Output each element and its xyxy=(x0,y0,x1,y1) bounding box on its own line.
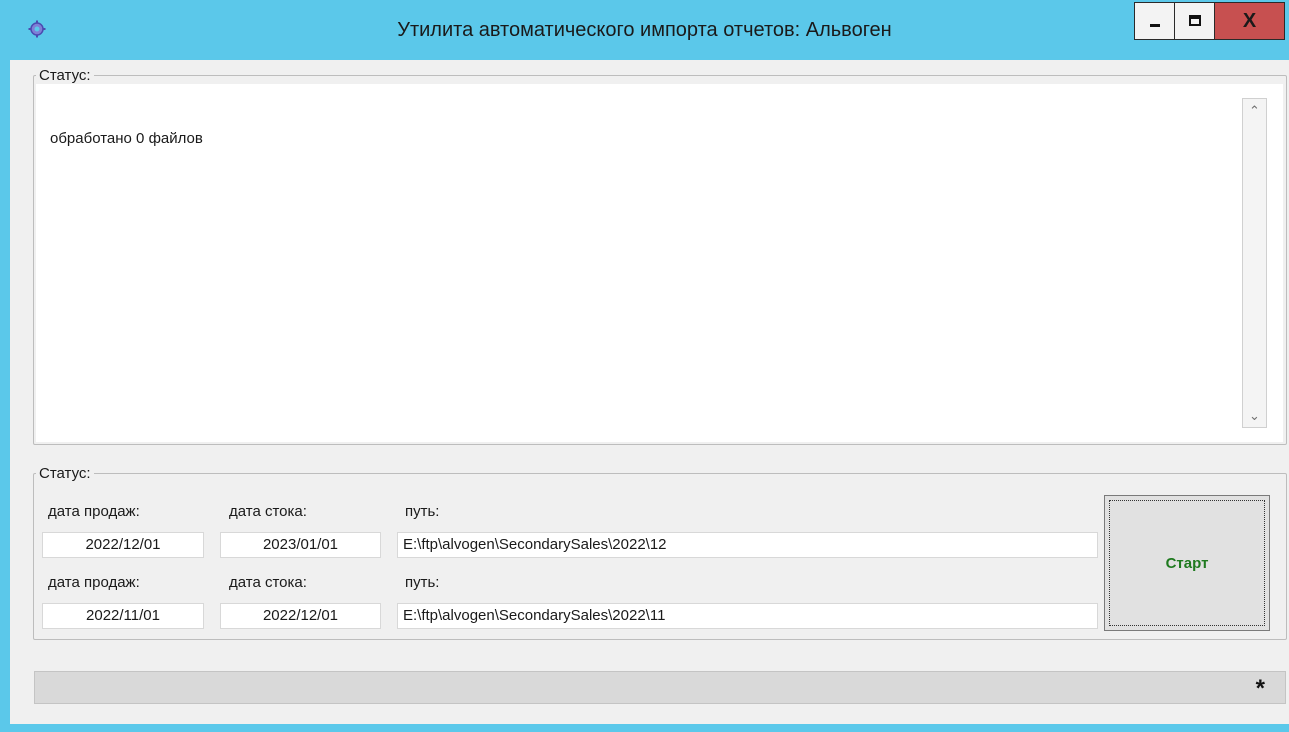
params-group-legend: Статус: xyxy=(39,465,91,482)
start-button-label: Старт xyxy=(1165,554,1209,572)
scroll-down-icon[interactable]: ⌄ xyxy=(1243,404,1266,427)
progress-indicator: * xyxy=(1255,675,1265,702)
maximize-button[interactable] xyxy=(1175,2,1215,40)
scroll-up-icon[interactable]: ⌃ xyxy=(1243,99,1266,122)
path-label: путь: xyxy=(405,574,440,591)
window-title: Утилита автоматического импорта отчетов:… xyxy=(397,19,892,41)
log-group-legend: Статус: xyxy=(39,67,91,84)
sales-date-field[interactable]: 2022/12/01 xyxy=(42,532,204,558)
close-button[interactable]: X xyxy=(1215,2,1285,40)
log-scrollbar[interactable]: ⌃ ⌄ xyxy=(1242,98,1267,428)
minimize-icon xyxy=(1149,24,1160,27)
path-field[interactable]: E:\ftp\alvogen\SecondarySales\2022\12 xyxy=(397,532,1098,558)
sales-date-field[interactable]: 2022/11/01 xyxy=(42,603,204,629)
minimize-button[interactable] xyxy=(1134,2,1175,40)
status-log-text: обработано 0 файлов xyxy=(50,130,203,147)
stock-date-label: дата стока: xyxy=(229,503,307,520)
app-window: Утилита автоматического импорта отчетов:… xyxy=(0,0,1289,732)
path-field[interactable]: E:\ftp\alvogen\SecondarySales\2022\11 xyxy=(397,603,1098,629)
sales-date-label: дата продаж: xyxy=(48,503,140,520)
maximize-icon xyxy=(1188,15,1201,26)
progress-bar: * xyxy=(34,671,1286,704)
stock-date-field[interactable]: 2023/01/01 xyxy=(220,532,381,558)
title-bar[interactable]: Утилита автоматического импорта отчетов:… xyxy=(0,0,1289,60)
path-label: путь: xyxy=(405,503,440,520)
start-button[interactable]: Старт xyxy=(1104,495,1270,631)
stock-date-label: дата стока: xyxy=(229,574,307,591)
close-icon: X xyxy=(1242,9,1257,32)
stock-date-field[interactable]: 2022/12/01 xyxy=(220,603,381,629)
status-log[interactable]: обработано 0 файлов xyxy=(36,84,1283,442)
sales-date-label: дата продаж: xyxy=(48,574,140,591)
